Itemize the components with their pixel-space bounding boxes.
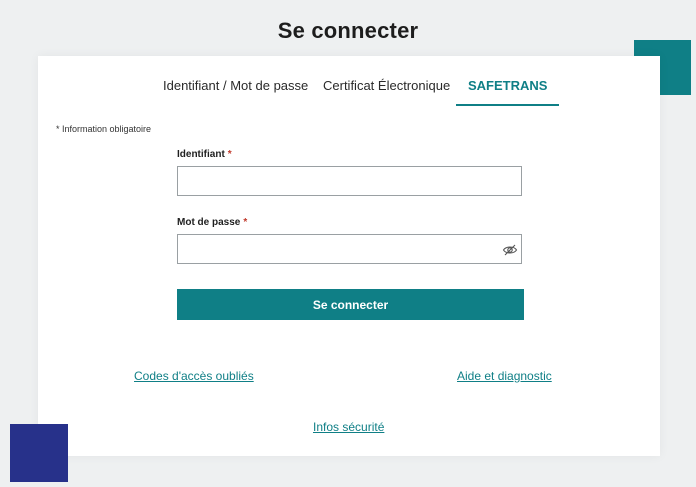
tab-safetrans[interactable]: SAFETRANS: [456, 78, 560, 106]
password-label-text: Mot de passe: [177, 217, 241, 228]
tab-identifiant-mot-de-passe[interactable]: Identifiant / Mot de passe: [163, 78, 308, 104]
username-label: Identifiant *: [177, 149, 232, 160]
password-input[interactable]: [177, 234, 522, 264]
help-diagnostic-link[interactable]: Aide et diagnostic: [457, 369, 552, 383]
login-card: Identifiant / Mot de passe Certificat Él…: [38, 56, 660, 456]
username-input[interactable]: [177, 166, 522, 196]
forgot-codes-link[interactable]: Codes d'accès oubliés: [134, 369, 254, 383]
login-submit-button[interactable]: Se connecter: [177, 289, 524, 320]
eye-slash-icon[interactable]: [502, 242, 518, 258]
page-title: Se connecter: [277, 18, 419, 43]
tab-certificat-electronique[interactable]: Certificat Électronique: [323, 78, 450, 104]
required-asterisk: *: [243, 217, 248, 228]
required-info-note: * Information obligatoire: [56, 124, 152, 134]
login-method-tabs: Identifiant / Mot de passe Certificat Él…: [38, 78, 660, 106]
username-label-text: Identifiant: [177, 149, 225, 160]
security-info-link[interactable]: Infos sécurité: [313, 420, 384, 434]
password-label: Mot de passe *: [177, 217, 247, 228]
decorative-navy-square: [10, 424, 68, 482]
required-asterisk: *: [227, 149, 232, 160]
